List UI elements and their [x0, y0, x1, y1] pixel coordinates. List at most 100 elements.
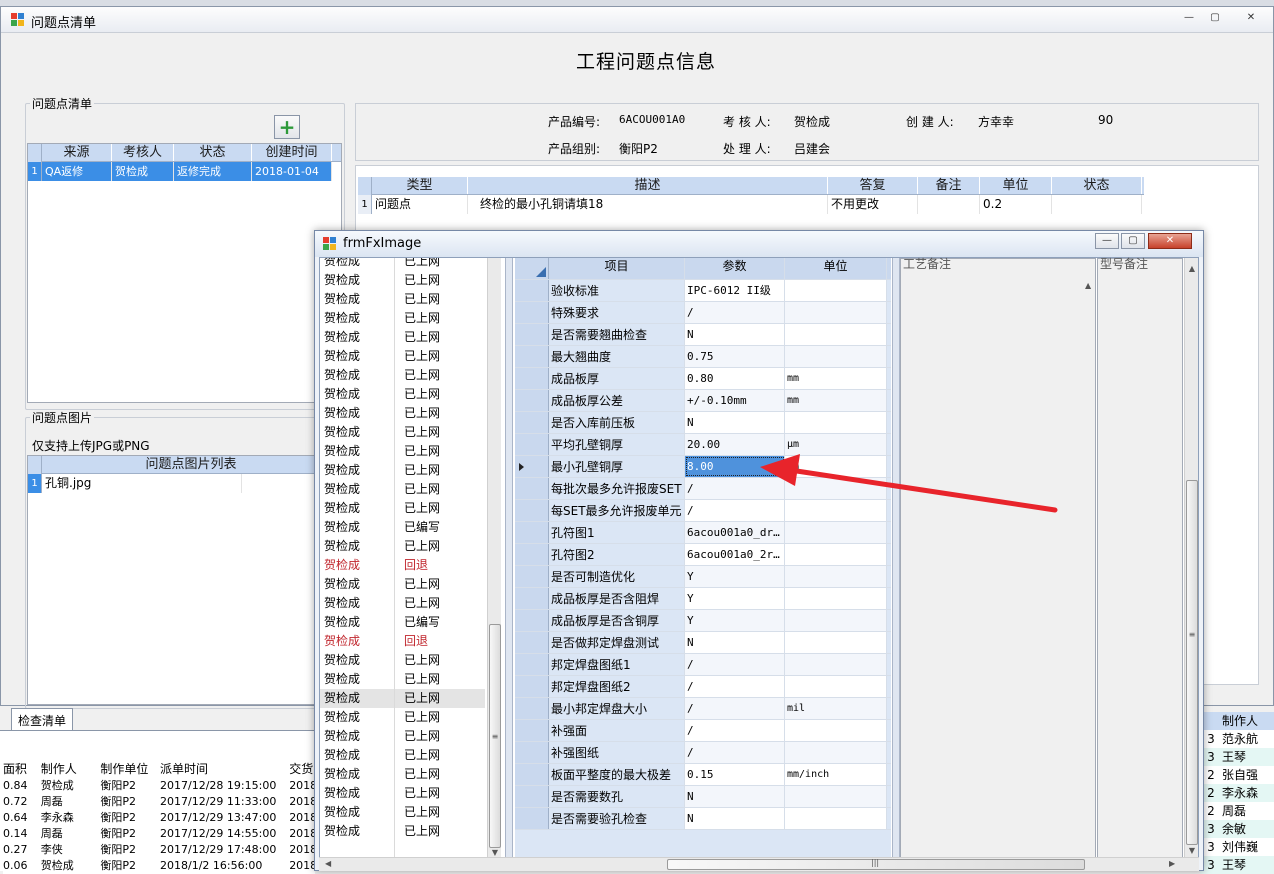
scroll-down-icon[interactable]: ▼: [489, 848, 501, 857]
parameter-value[interactable]: 20.00: [685, 434, 785, 455]
row-header[interactable]: [515, 588, 549, 609]
parameter-value[interactable]: 8.00: [685, 456, 785, 477]
parameter-unit[interactable]: mm: [785, 368, 887, 389]
parameter-row[interactable]: 特殊要求 /: [515, 302, 891, 324]
parameter-row[interactable]: 成品板厚是否含阻焊 Y: [515, 588, 891, 610]
row-header[interactable]: [515, 434, 549, 455]
parameter-row[interactable]: 邦定焊盘图纸1/: [515, 654, 891, 676]
parameter-row[interactable]: 每SET最多允许报废单元 /: [515, 500, 891, 522]
table-row[interactable]: 3 刘伟巍: [1200, 838, 1274, 856]
scroll-up-icon[interactable]: ▲: [1085, 281, 1091, 290]
parameter-row[interactable]: 验收标准 IPC-6012 II级: [515, 280, 891, 302]
table-row[interactable]: 0.84 贺检成 衡阳P2 2017/12/28 19:15:00 2018: [3, 778, 315, 794]
popup-maximize-button[interactable]: ▢: [1121, 233, 1145, 249]
parameter-value[interactable]: /: [685, 500, 785, 521]
list-item[interactable]: 贺检成 已上网: [320, 822, 485, 841]
parameter-value[interactable]: /: [685, 654, 785, 675]
splitter-right[interactable]: [892, 258, 900, 860]
parameter-row[interactable]: 最小孔壁铜厚 8.00 μm: [515, 456, 891, 478]
list-item[interactable]: 贺检成 已上网: [320, 594, 485, 613]
scroll-left-icon[interactable]: ◀: [325, 859, 331, 868]
tab-checklist[interactable]: 检查清单: [11, 708, 74, 732]
row-header[interactable]: [515, 764, 549, 785]
parameter-value[interactable]: IPC-6012 II级: [685, 280, 785, 301]
list-item[interactable]: 贺检成 已上网: [320, 765, 485, 784]
parameter-value[interactable]: N: [685, 324, 785, 345]
parameter-value[interactable]: 0.80: [685, 368, 785, 389]
table-row[interactable]: 0.27 李侠 衡阳P2 2017/12/29 17:48:00 2018: [3, 842, 315, 858]
list-item[interactable]: 贺检成 已上网: [320, 708, 485, 727]
row-header[interactable]: [515, 544, 549, 565]
list-item[interactable]: 贺检成 已编写: [320, 613, 485, 632]
parameter-unit[interactable]: mm: [785, 390, 887, 411]
parameter-unit[interactable]: μm: [785, 456, 887, 477]
table-row[interactable]: 2 张自强: [1200, 766, 1274, 784]
list-item[interactable]: 贺检成 已上网: [320, 784, 485, 803]
table-row[interactable]: 3 王琴: [1200, 748, 1274, 766]
parameter-value[interactable]: /: [685, 742, 785, 763]
scroll-right-icon[interactable]: ▶: [1169, 859, 1175, 868]
col-image-list[interactable]: 问题点图片列表: [42, 456, 341, 473]
table-row[interactable]: 0.14 周磊 衡阳P2 2017/12/29 14:55:00 2018: [3, 826, 315, 842]
parameter-unit[interactable]: [785, 324, 887, 345]
parameter-row[interactable]: 板面平整度的最大极差 0.15 mm/inch: [515, 764, 891, 786]
parameter-row[interactable]: 成品板厚 0.80 mm: [515, 368, 891, 390]
parameter-unit[interactable]: [785, 632, 887, 653]
list-item[interactable]: 贺检成 已编写: [320, 518, 485, 537]
parameter-row[interactable]: 是否可制造优化 Y: [515, 566, 891, 588]
list-item[interactable]: 贺检成 已上网: [320, 309, 485, 328]
parameter-unit[interactable]: mm/inch: [785, 764, 887, 785]
parameter-row[interactable]: 成品板厚公差 +/-0.10mm mm: [515, 390, 891, 412]
splitter-left[interactable]: [505, 258, 513, 860]
table-row[interactable]: 2 周磊: [1200, 802, 1274, 820]
parameter-value[interactable]: N: [685, 786, 785, 807]
parameter-unit[interactable]: [785, 588, 887, 609]
list-item[interactable]: 贺检成 已上网: [320, 290, 485, 309]
row-header[interactable]: [515, 302, 549, 323]
col-assessor[interactable]: 考核人: [112, 144, 174, 161]
list-item[interactable]: 贺检成 已上网: [320, 727, 485, 746]
list-item[interactable]: 贺检成 已上网: [320, 651, 485, 670]
parameter-unit[interactable]: [785, 808, 887, 829]
parameter-value[interactable]: N: [685, 808, 785, 829]
popup-close-button[interactable]: ✕: [1148, 233, 1192, 249]
table-row[interactable]: 1 QA返修 贺检成 返修完成 2018-01-04: [28, 162, 341, 181]
table-row[interactable]: 0.64 李永森 衡阳P2 2017/12/29 13:47:00 2018: [3, 810, 315, 826]
parameter-value[interactable]: 0.75: [685, 346, 785, 367]
parameter-row[interactable]: 是否需要翘曲检查 N: [515, 324, 891, 346]
list-item[interactable]: 贺检成 已上网: [320, 271, 485, 290]
parameter-value[interactable]: 6acou001a0_dr…: [685, 522, 785, 543]
list-item[interactable]: 贺检成 已上网: [320, 385, 485, 404]
col-note[interactable]: 备注: [918, 177, 980, 194]
parameter-row[interactable]: 平均孔壁铜厚 20.00 μm: [515, 434, 891, 456]
row-header[interactable]: [515, 808, 549, 829]
parameter-value[interactable]: /: [685, 720, 785, 741]
row-header[interactable]: [515, 654, 549, 675]
select-all-icon[interactable]: [536, 267, 546, 277]
list-item[interactable]: 贺检成 已上网: [320, 347, 485, 366]
parameter-value[interactable]: /: [685, 676, 785, 697]
parameter-value[interactable]: 6acou001a0_2r…: [685, 544, 785, 565]
parameter-unit[interactable]: [785, 346, 887, 367]
col-unit[interactable]: 单位: [980, 177, 1052, 194]
parameter-unit[interactable]: [785, 302, 887, 323]
list-item[interactable]: 1 孔铜.jpg: [28, 474, 341, 493]
row-header[interactable]: [515, 676, 549, 697]
parameter-unit[interactable]: [785, 412, 887, 433]
popup-minimize-button[interactable]: —: [1095, 233, 1119, 249]
parameter-value[interactable]: Y: [685, 588, 785, 609]
row-header[interactable]: [515, 566, 549, 587]
list-item[interactable]: 贺检成 已上网: [320, 575, 485, 594]
row-header[interactable]: [515, 368, 549, 389]
parameter-row[interactable]: 邦定焊盘图纸2/: [515, 676, 891, 698]
row-header[interactable]: [515, 280, 549, 301]
list-item[interactable]: 贺检成 已上网: [320, 404, 485, 423]
list-item[interactable]: 贺检成 已上网: [320, 258, 485, 271]
parameter-row[interactable]: 补强面 /: [515, 720, 891, 742]
col-desc[interactable]: 描述: [468, 177, 828, 194]
parameter-row[interactable]: 孔符图1 6acou001a0_dr…: [515, 522, 891, 544]
parameter-unit[interactable]: [785, 522, 887, 543]
parameter-unit[interactable]: [785, 654, 887, 675]
list-item[interactable]: 贺检成 已上网: [320, 366, 485, 385]
parameter-value[interactable]: 0.15: [685, 764, 785, 785]
